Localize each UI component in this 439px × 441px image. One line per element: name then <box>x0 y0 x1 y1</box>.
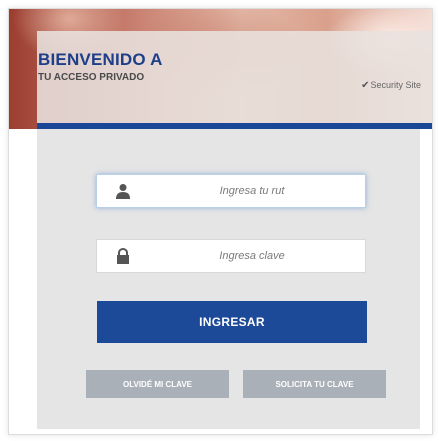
page-subtitle: TU ACCESO PRIVADO <box>38 72 145 83</box>
request-password-button[interactable]: SOLICITA TU CLAVE <box>243 370 386 398</box>
request-password-label: SOLICITA TU CLAVE <box>275 379 354 389</box>
forgot-password-label: OLVIDÉ MI CLAVE <box>122 379 193 389</box>
password-field[interactable] <box>96 239 366 273</box>
security-badge: ✔Security Site <box>361 80 421 91</box>
security-label: Security Site <box>370 80 421 90</box>
password-input[interactable] <box>147 240 357 272</box>
user-icon <box>116 184 130 199</box>
check-icon: ✔ <box>361 80 370 91</box>
header-divider <box>37 123 432 129</box>
submit-button[interactable]: INGRESAR <box>97 301 367 343</box>
rut-input[interactable] <box>147 175 357 207</box>
rut-field[interactable] <box>96 174 366 208</box>
page-title: BIENVENIDO A <box>38 50 163 69</box>
lock-icon <box>117 248 129 264</box>
submit-label: INGRESAR <box>199 315 265 329</box>
forgot-password-button[interactable]: OLVIDÉ MI CLAVE <box>86 370 229 398</box>
